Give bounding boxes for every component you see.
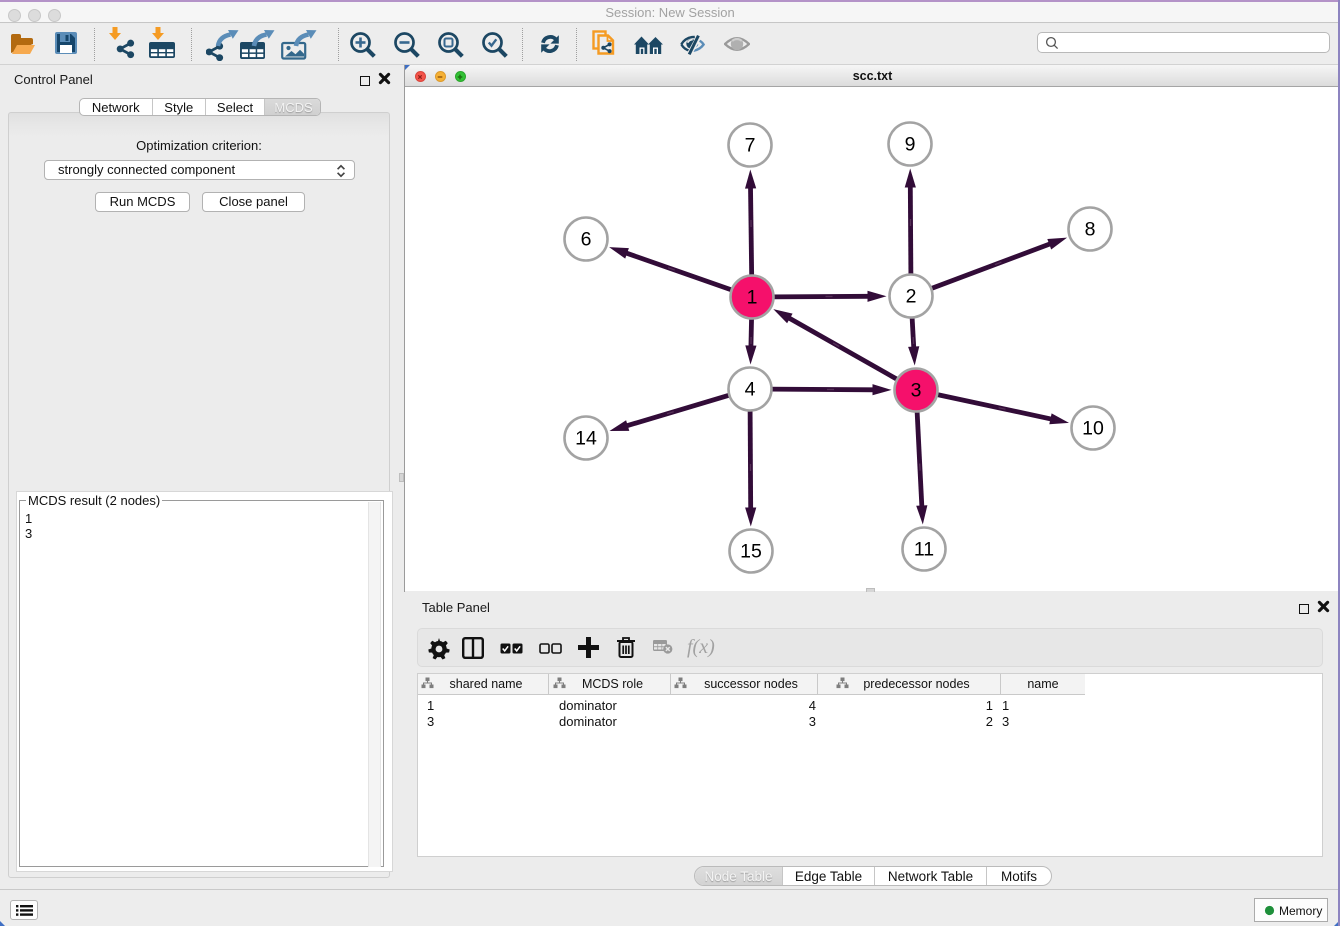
svg-text:4: 4 — [745, 379, 756, 401]
svg-text:3: 3 — [911, 380, 922, 402]
svg-text:11: 11 — [914, 539, 934, 561]
svg-text:9: 9 — [905, 134, 916, 156]
svg-text:8: 8 — [1085, 219, 1096, 241]
svg-text:1: 1 — [747, 287, 758, 309]
svg-text:14: 14 — [575, 428, 597, 450]
svg-text:15: 15 — [740, 541, 762, 563]
svg-text:2: 2 — [906, 286, 917, 308]
svg-text:6: 6 — [581, 229, 592, 251]
svg-text:7: 7 — [745, 135, 756, 157]
svg-text:10: 10 — [1082, 418, 1104, 440]
